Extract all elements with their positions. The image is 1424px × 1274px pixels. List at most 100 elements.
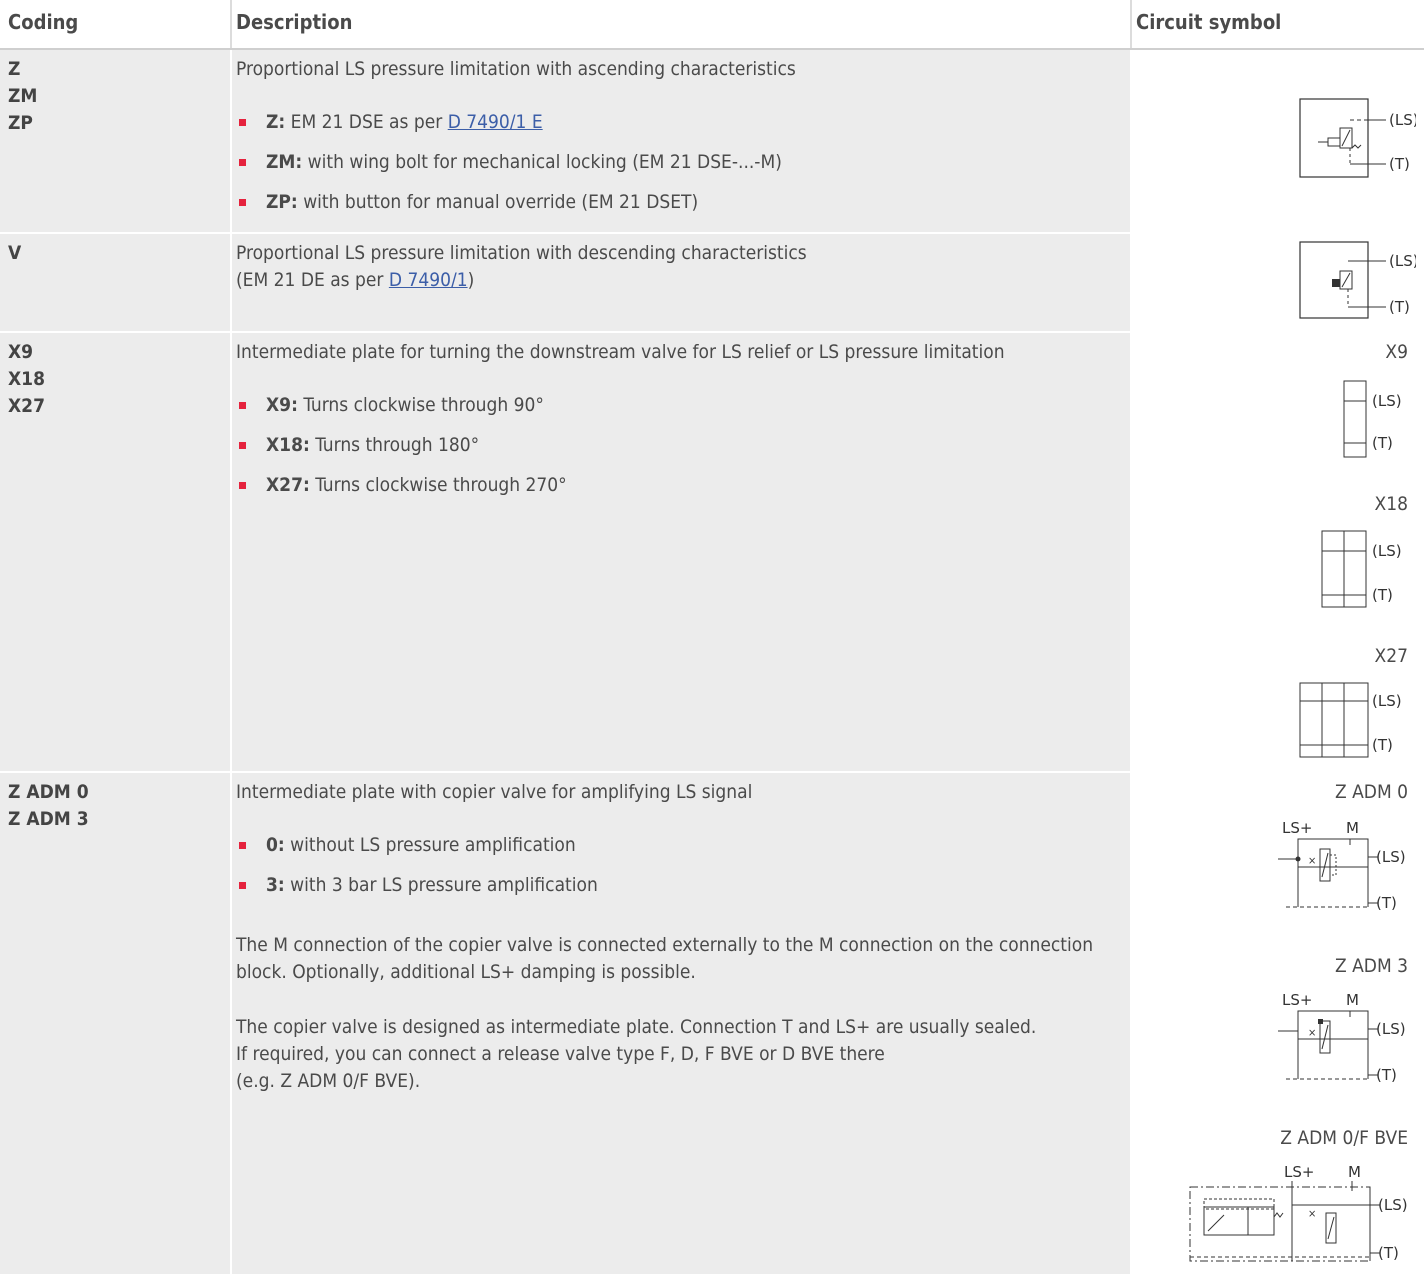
bullet-text: without LS pressure amplification <box>284 834 576 856</box>
x27-symbol: (LS) (T) <box>1299 682 1402 758</box>
bullet-item: X18: Turns through 180° <box>236 432 1126 472</box>
coding-code: Z ADM 0 <box>8 781 89 803</box>
port-label-ls-plus: LS+ <box>1282 991 1312 1009</box>
coding-code: Z ADM 3 <box>8 808 89 830</box>
copier-valve-adm3-symbol: LS+ M × (LS) (T) <box>1278 991 1406 1084</box>
header-circuit-symbol: Circuit symbol <box>1136 10 1282 34</box>
svg-text:×: × <box>1308 854 1316 867</box>
coding-code: X27 <box>8 395 45 417</box>
coding-list: Z ADM 0 Z ADM 3 <box>8 779 89 833</box>
description-cell: Intermediate plate with copier valve for… <box>232 773 1130 1274</box>
description-cell: Proportional LS pressure limitation with… <box>232 234 1130 331</box>
bullet-key: X9: <box>266 394 298 416</box>
description-text-part: (EM 21 DE as per <box>236 269 389 291</box>
datasheet-link[interactable]: D 7490/1 E <box>448 111 543 133</box>
datasheet-link[interactable]: D 7490/1 <box>389 269 468 291</box>
symbol-label: X27 <box>1374 645 1408 667</box>
bullet-list: X9: Turns clockwise through 90° X18: Tur… <box>236 392 1126 512</box>
bullet-key: Z: <box>266 111 286 133</box>
port-label-m: M <box>1346 991 1359 1009</box>
port-label-ls: (LS) <box>1378 1196 1408 1214</box>
port-label-ls: (LS) <box>1372 692 1402 710</box>
coding-code: ZM <box>8 85 38 107</box>
bullet-list: Z: EM 21 DSE as per D 7490/1 E ZM: with … <box>236 109 1126 229</box>
symbol-label: X9 <box>1385 341 1408 363</box>
bullet-key: X27: <box>266 474 310 496</box>
bullet-text: Turns clockwise through 90° <box>297 394 544 416</box>
bullet-key: ZP: <box>266 191 298 213</box>
svg-text:×: × <box>1308 1026 1316 1039</box>
coding-list: X9 X18 X27 <box>8 339 45 420</box>
header-divider <box>230 0 232 48</box>
x9-symbol: (LS) (T) <box>1343 380 1402 458</box>
bullet-text: EM 21 DSE as per <box>285 111 448 133</box>
table-row: X9 X18 X27 Intermediate plate for turnin… <box>0 333 1424 771</box>
symbol-cell: X9 (LS) (T) X18 (LS) (T) X27 (LS) (T) <box>1132 333 1424 771</box>
description-line: (EM 21 DE as per D 7490/1) <box>236 267 1126 294</box>
description-text: Intermediate plate with copier valve for… <box>236 779 1126 1095</box>
port-label-t: (T) <box>1372 736 1393 754</box>
coding-list: V <box>8 240 21 267</box>
port-label-ls: (LS) <box>1372 542 1402 560</box>
copier-valve-adm0-symbol: LS+ M × (LS) (T) <box>1278 819 1406 912</box>
port-label-t: (T) <box>1376 1066 1397 1084</box>
bullet-item: ZP: with button for manual override (EM … <box>236 189 1126 229</box>
bullet-item: 3: with 3 bar LS pressure amplification <box>236 872 1126 912</box>
coding-cell: X9 X18 X27 <box>0 333 230 771</box>
description-intro: Intermediate plate with copier valve for… <box>236 781 753 803</box>
description-text: Proportional LS pressure limitation with… <box>236 240 1126 294</box>
coding-code: ZP <box>8 112 33 134</box>
description-text: Intermediate plate for turning the downs… <box>236 339 1126 512</box>
description-cell: Proportional LS pressure limitation with… <box>232 50 1130 232</box>
coding-cell: Z ADM 0 Z ADM 3 <box>0 773 230 1274</box>
bullet-item: X27: Turns clockwise through 270° <box>236 472 1126 512</box>
symbol-label: Z ADM 3 <box>1334 955 1408 977</box>
port-label-t: (T) <box>1372 434 1393 452</box>
pressure-limit-descending-symbol: (LS) (T) <box>1299 241 1416 319</box>
header-description: Description <box>236 10 353 34</box>
port-label-ls: (LS) <box>1389 252 1416 270</box>
pressure-limit-ascending-symbol: (LS) (T) <box>1299 98 1416 178</box>
port-label-ls-plus: LS+ <box>1282 819 1312 837</box>
description-paragraph: The copier valve is designed as intermed… <box>236 1016 1037 1038</box>
port-label-ls: (LS) <box>1389 111 1416 129</box>
port-label-ls: (LS) <box>1376 848 1406 866</box>
header-coding: Coding <box>8 10 79 34</box>
port-label-ls-plus: LS+ <box>1284 1163 1314 1181</box>
port-label-t: (T) <box>1389 298 1410 316</box>
description-intro: Proportional LS pressure limitation with… <box>236 58 796 80</box>
description-text-part: ) <box>467 269 475 291</box>
table-row: V Proportional LS pressure limitation wi… <box>0 234 1424 331</box>
bullet-item: ZM: with wing bolt for mechanical lockin… <box>236 149 1126 189</box>
bullet-key: ZM: <box>266 151 303 173</box>
header-divider <box>1130 0 1132 48</box>
symbol-label: Z ADM 0/F BVE <box>1280 1127 1408 1149</box>
bullet-key: 3: <box>266 874 285 896</box>
copier-valve-fbve-symbol: LS+ M × (LS) (T) <box>1189 1163 1408 1262</box>
description-intro: Intermediate plate for turning the downs… <box>236 341 1005 363</box>
coding-code: X9 <box>8 341 34 363</box>
port-label-ls: (LS) <box>1376 1020 1406 1038</box>
coding-list: Z ZM ZP <box>8 56 37 137</box>
port-label-m: M <box>1346 819 1359 837</box>
description-cell: Intermediate plate for turning the downs… <box>232 333 1130 771</box>
symbol-cell: (LS) (T) <box>1132 234 1424 331</box>
bullet-item: X9: Turns clockwise through 90° <box>236 392 1126 432</box>
table-row: Z ZM ZP Proportional LS pressure limitat… <box>0 50 1424 232</box>
description-paragraph: (e.g. Z ADM 0/F BVE). <box>236 1070 421 1092</box>
port-label-t: (T) <box>1378 1244 1399 1262</box>
bullet-key: X18: <box>266 434 310 456</box>
description-text: Proportional LS pressure limitation with… <box>236 56 1126 229</box>
description-line: Proportional LS pressure limitation with… <box>236 242 807 264</box>
bullet-item: 0: without LS pressure amplification <box>236 832 1126 872</box>
symbol-label: Z ADM 0 <box>1334 781 1408 803</box>
bullet-text: Turns through 180° <box>309 434 480 456</box>
table-header: Coding Description Circuit symbol <box>0 0 1424 50</box>
port-label-t: (T) <box>1372 586 1393 604</box>
bullet-text: with button for manual override (EM 21 D… <box>297 191 699 213</box>
bullet-item: Z: EM 21 DSE as per D 7490/1 E <box>236 109 1126 149</box>
coding-cell: V <box>0 234 230 331</box>
coding-code: V <box>8 242 22 264</box>
description-paragraph: If required, you can connect a release v… <box>236 1043 885 1065</box>
coding-code: X18 <box>8 368 45 390</box>
